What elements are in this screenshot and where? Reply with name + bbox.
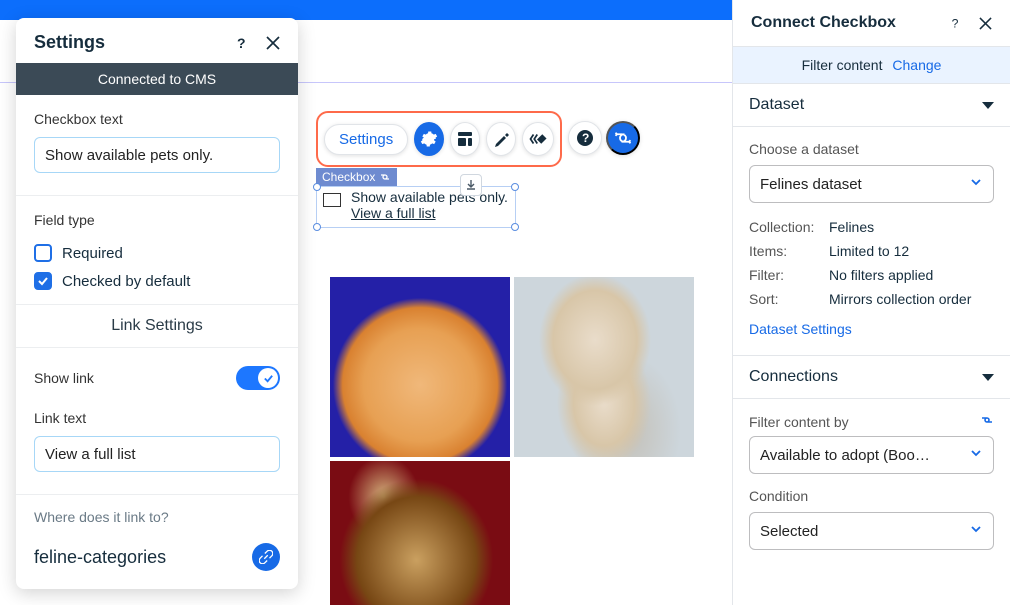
design-icon[interactable] — [486, 122, 516, 156]
selection-handle[interactable] — [511, 223, 519, 231]
filter-by-label: Filter content by — [749, 414, 849, 430]
filter-content-label: Filter content — [802, 57, 883, 73]
checked-default-label: Checked by default — [62, 273, 190, 290]
link-text-label: Link text — [34, 410, 280, 426]
filter-by-select[interactable]: Available to adopt (Boo… — [749, 436, 994, 474]
connections-section-title: Connections — [749, 368, 838, 386]
chevron-down-icon — [969, 446, 983, 464]
connect-panel: Connect Checkbox ? Filter content Change… — [732, 0, 1010, 605]
required-row[interactable]: Required — [16, 238, 298, 268]
items-label: Items: — [749, 243, 829, 259]
checkbox-checked-icon — [34, 272, 52, 290]
connect-panel-header: Connect Checkbox ? — [733, 0, 1010, 46]
collection-value: Felines — [829, 219, 994, 235]
link-icon[interactable] — [252, 543, 280, 571]
where-link-value: feline-categories — [34, 547, 166, 568]
checkbox-text-input[interactable] — [34, 137, 280, 173]
collection-label: Collection: — [749, 219, 829, 235]
selection-handle[interactable] — [313, 223, 321, 231]
settings-title: Settings — [34, 32, 105, 53]
change-link[interactable]: Change — [892, 57, 941, 73]
animation-icon[interactable] — [522, 122, 554, 156]
choose-dataset-label: Choose a dataset — [749, 141, 994, 157]
checkbox-component[interactable]: Checkbox Show available pets only. View … — [316, 168, 516, 228]
help-icon[interactable]: ? — [949, 16, 963, 30]
show-link-label: Show link — [34, 370, 94, 386]
dataset-section-header[interactable]: Dataset — [733, 84, 1010, 127]
condition-value: Selected — [760, 523, 818, 540]
svg-text:?: ? — [582, 131, 589, 145]
filter-value: No filters applied — [829, 267, 994, 283]
chevron-down-icon — [969, 175, 983, 193]
chevron-down-icon — [982, 102, 994, 109]
component-tag: Checkbox — [316, 168, 397, 186]
items-value: Limited to 12 — [829, 243, 994, 259]
component-main-text: Show available pets only. — [351, 189, 511, 205]
settings-panel: Settings ? Connected to CMS Checkbox tex… — [16, 18, 298, 589]
choose-dataset-value: Felines dataset — [760, 176, 862, 193]
selection-handle[interactable] — [313, 183, 321, 191]
gear-icon[interactable] — [414, 122, 444, 156]
svg-text:?: ? — [952, 16, 959, 30]
close-icon[interactable] — [979, 16, 992, 30]
help-icon[interactable]: ? — [234, 35, 250, 51]
app-canvas: Settings ? Connected to CMS Checkbox tex… — [0, 0, 1010, 605]
component-toolbar: Settings — [316, 111, 562, 167]
close-icon[interactable] — [266, 35, 280, 51]
required-label: Required — [62, 245, 123, 262]
choose-dataset-select[interactable]: Felines dataset — [749, 165, 994, 203]
link-settings-heading: Link Settings — [16, 304, 298, 348]
settings-button[interactable]: Settings — [324, 124, 408, 155]
filter-by-value: Available to adopt (Boo… — [760, 447, 930, 464]
checkbox-text-label: Checkbox text — [34, 111, 280, 127]
condition-label: Condition — [749, 488, 994, 504]
selection-handle[interactable] — [511, 183, 519, 191]
sort-label: Sort: — [749, 291, 829, 307]
chevron-down-icon — [969, 522, 983, 540]
connections-section-header[interactable]: Connections — [733, 356, 1010, 399]
connect-data-icon[interactable] — [606, 121, 640, 155]
toggle-knob-icon — [258, 368, 278, 388]
cms-banner: Connected to CMS — [16, 63, 298, 95]
checked-default-row[interactable]: Checked by default — [16, 268, 298, 296]
gallery-image[interactable] — [514, 277, 694, 457]
dataset-settings-link[interactable]: Dataset Settings — [749, 321, 852, 337]
svg-text:?: ? — [237, 35, 246, 51]
connect-mini-icon[interactable] — [980, 413, 994, 430]
link-text-input[interactable] — [34, 436, 280, 472]
sort-value: Mirrors collection order — [829, 291, 994, 307]
condition-select[interactable]: Selected — [749, 512, 994, 550]
connect-mini-icon — [379, 171, 391, 183]
dataset-section-body: Choose a dataset Felines dataset Collect… — [733, 127, 1010, 355]
gallery-image[interactable] — [330, 277, 510, 457]
filter-label: Filter: — [749, 267, 829, 283]
field-type-label: Field type — [34, 212, 280, 228]
checkbox-outline-icon — [323, 193, 341, 207]
where-link-label: Where does it link to? — [34, 509, 280, 525]
settings-header: Settings ? — [16, 18, 298, 63]
component-link[interactable]: View a full list — [351, 205, 436, 221]
component-tag-label: Checkbox — [322, 170, 375, 184]
gallery-image[interactable] — [330, 461, 510, 605]
image-grid — [330, 277, 694, 457]
dataset-section-title: Dataset — [749, 96, 804, 114]
filter-content-bar: Filter content Change — [733, 46, 1010, 84]
connect-panel-title: Connect Checkbox — [751, 14, 896, 32]
show-link-toggle[interactable] — [236, 366, 280, 390]
dataset-meta-table: Collection:Felines Items:Limited to 12 F… — [749, 215, 994, 311]
checkbox-icon — [34, 244, 52, 262]
download-icon[interactable] — [460, 174, 482, 196]
chevron-down-icon — [982, 374, 994, 381]
component-body: Show available pets only. View a full li… — [316, 186, 516, 228]
layout-icon[interactable] — [450, 122, 480, 156]
component-help-icon[interactable]: ? — [568, 121, 602, 155]
connections-section-body: Filter content by Available to adopt (Bo… — [733, 399, 1010, 566]
